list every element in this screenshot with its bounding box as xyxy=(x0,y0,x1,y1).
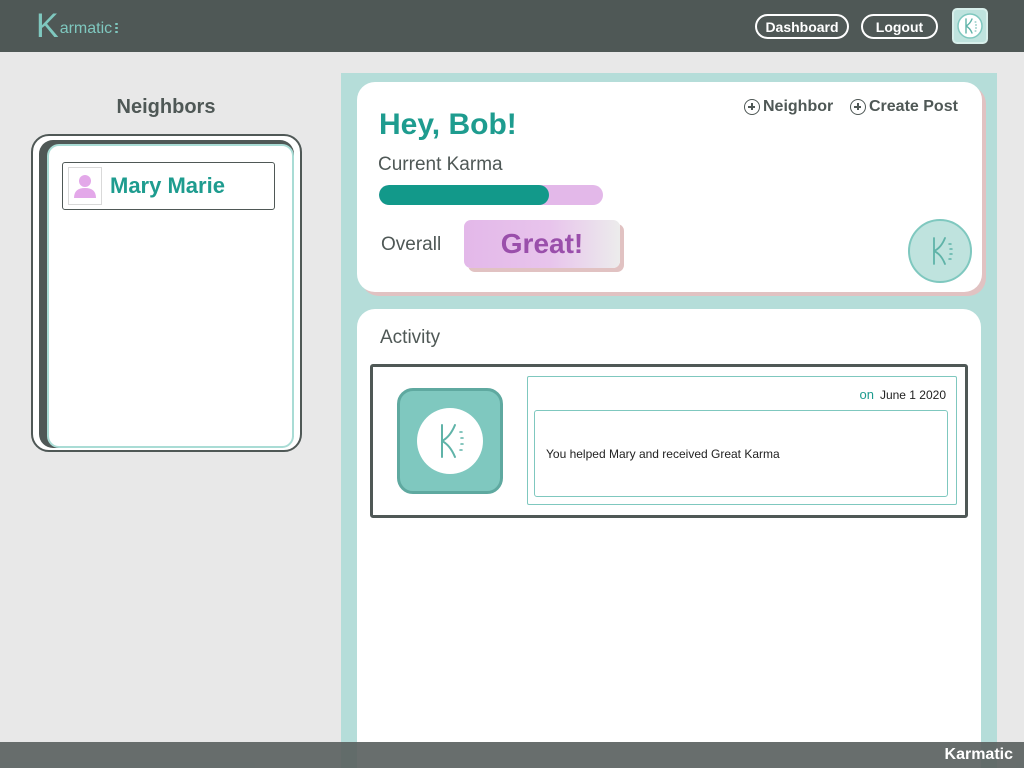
logout-button[interactable]: Logout xyxy=(861,14,938,39)
activity-avatar-circle xyxy=(417,408,483,474)
add-neighbor-label: Neighbor xyxy=(763,98,834,115)
plus-circle-icon xyxy=(850,99,866,115)
karmatic-logo-icon xyxy=(933,237,953,265)
activity-avatar xyxy=(397,388,503,494)
karmatic-logo[interactable]: K armatic xyxy=(36,7,119,45)
greeting: Hey, Bob! xyxy=(379,108,517,141)
profile-avatar[interactable] xyxy=(952,8,988,44)
logo-k: K xyxy=(36,7,59,45)
activity-message: You helped Mary and received Great Karma xyxy=(534,410,948,497)
dashboard-button[interactable]: Dashboard xyxy=(755,14,849,39)
activity-item[interactable]: on June 1 2020 You helped Mary and receiv… xyxy=(370,364,968,518)
karma-progress-bar xyxy=(379,185,603,205)
karmatic-logo-icon xyxy=(441,424,464,458)
neighbors-panel: Mary Marie xyxy=(31,134,302,452)
current-karma-label: Current Karma xyxy=(378,154,503,175)
karma-card: Hey, Bob! Neighbor Create Post Current K… xyxy=(357,82,982,292)
karma-progress-fill xyxy=(379,185,550,205)
activity-on: on xyxy=(859,387,874,402)
add-neighbor-button[interactable]: Neighbor xyxy=(744,98,833,116)
create-post-button[interactable]: Create Post xyxy=(850,98,958,116)
neighbors-title: Neighbors xyxy=(116,96,216,118)
activity-title: Activity xyxy=(380,327,441,348)
neighbor-item[interactable]: Mary Marie xyxy=(62,162,275,210)
activity-date: June 1 2020 xyxy=(879,388,946,402)
logo-dots-icon xyxy=(115,23,119,33)
person-icon xyxy=(74,175,96,198)
plus-circle-icon xyxy=(744,99,760,115)
activity-details: on June 1 2020 You helped Mary and receiv… xyxy=(527,376,957,505)
karmatic-badge xyxy=(908,219,972,283)
overall-label: Overall xyxy=(381,234,442,255)
neighbor-name: Mary Marie xyxy=(110,173,225,198)
activity-card: Activity on June 1 2020 You helped Mary a… xyxy=(357,309,981,768)
karmatic-logo-icon xyxy=(957,13,983,39)
footer: Karmatic xyxy=(0,742,1024,768)
neighbor-avatar xyxy=(68,167,102,205)
logo-text: armatic xyxy=(59,20,113,37)
top-bar: K armatic Dashboard Logout xyxy=(0,0,1024,52)
create-post-label: Create Post xyxy=(869,98,958,115)
activity-date-row: on June 1 2020 xyxy=(859,387,946,402)
footer-brand: Karmatic xyxy=(944,746,1013,763)
overall-karma-badge: Great! xyxy=(464,220,620,268)
